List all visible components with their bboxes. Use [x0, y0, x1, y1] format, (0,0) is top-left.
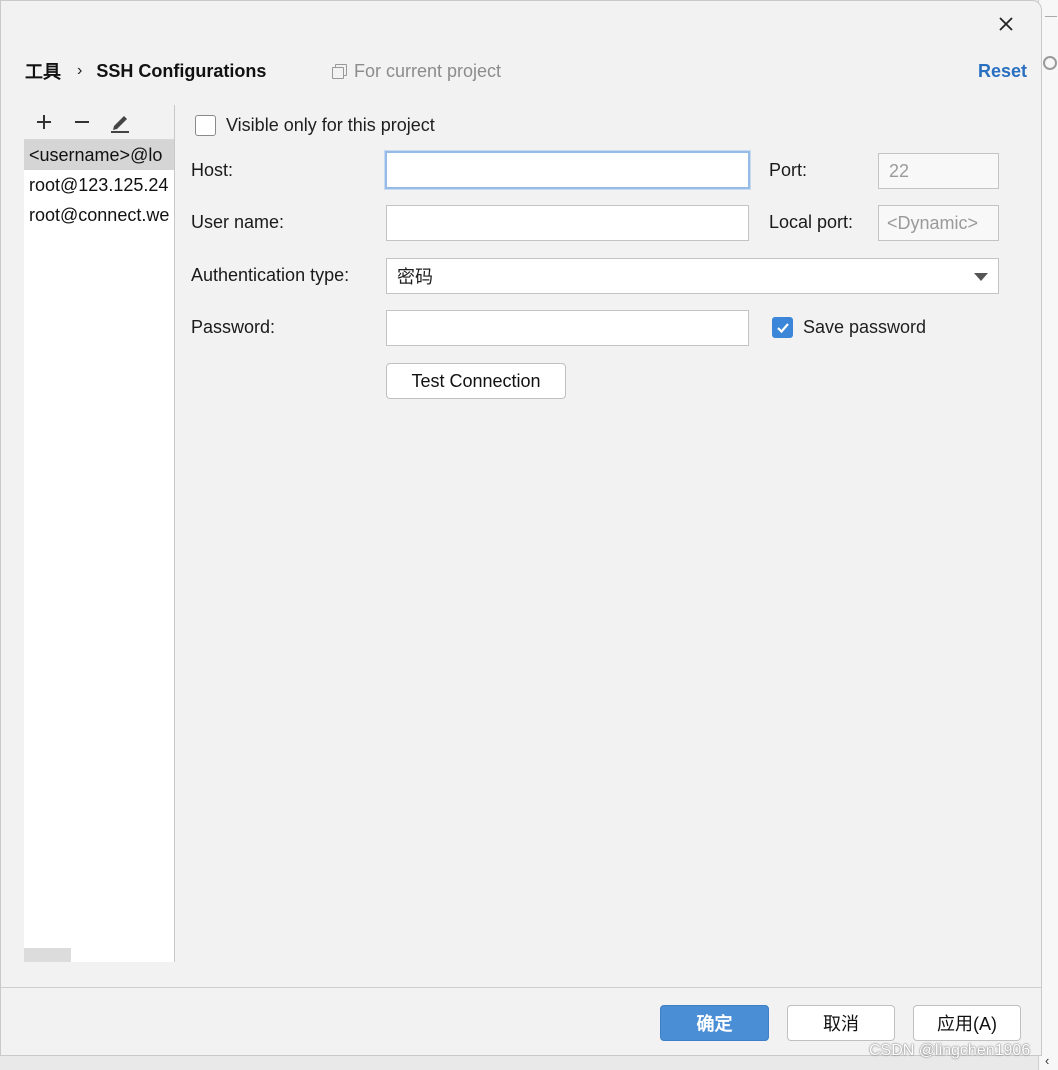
username-label: User name: [191, 212, 285, 232]
add-icon[interactable] [33, 111, 55, 133]
remove-icon[interactable] [71, 111, 93, 133]
auth-type-value: 密码 [397, 267, 433, 287]
save-password-label: Save password [803, 317, 927, 337]
panel-divider[interactable] [174, 105, 175, 962]
checkbox-box[interactable] [195, 115, 216, 136]
page-title: SSH Configurations [96, 60, 267, 81]
footer-divider [1, 987, 1041, 988]
ssh-config-list[interactable]: <username>@lo root@123.125.24 root@conne… [24, 139, 175, 962]
visible-only-checkbox[interactable]: Visible only for this project [195, 115, 435, 136]
ssh-configurations-dialog: 工具 › SSH Configurations For current proj… [0, 0, 1042, 1056]
breadcrumb-separator-icon: › [77, 62, 83, 79]
list-item[interactable]: <username>@lo [24, 140, 175, 170]
auth-type-label: Authentication type: [191, 265, 350, 285]
password-label: Password: [191, 317, 276, 337]
host-label: Host: [191, 160, 234, 180]
port-label: Port: [769, 160, 808, 180]
visible-only-label: Visible only for this project [226, 115, 435, 135]
scope-label: For current project [354, 60, 502, 81]
apply-button[interactable]: 应用(A) [913, 1005, 1021, 1041]
list-toolbar [25, 105, 175, 139]
scope-indicator: For current project [332, 57, 501, 85]
watermark: CSDN @lingchen1906 [869, 1042, 1031, 1059]
copy-icon [332, 64, 347, 79]
background-scroll-left-icon: ‹ [1045, 1053, 1050, 1068]
breadcrumb-root[interactable]: 工具 [25, 58, 61, 84]
ok-button[interactable]: 确定 [660, 1005, 769, 1041]
edit-icon[interactable] [109, 111, 131, 133]
horizontal-scrollbar[interactable] [24, 948, 71, 962]
list-item[interactable]: root@connect.we [24, 200, 175, 230]
username-input[interactable] [386, 205, 749, 241]
local-port-label: Local port: [769, 212, 854, 232]
chevron-down-icon [974, 273, 988, 281]
checkmark-icon[interactable] [772, 317, 793, 338]
reset-link[interactable]: Reset [978, 57, 1027, 85]
port-input[interactable] [878, 153, 999, 189]
test-connection-button[interactable]: Test Connection [386, 363, 566, 399]
close-icon[interactable] [991, 9, 1021, 39]
host-input[interactable] [385, 151, 750, 189]
cancel-button[interactable]: 取消 [787, 1005, 895, 1041]
auth-type-select[interactable]: 密码 [386, 258, 999, 294]
list-item[interactable]: root@123.125.24 [24, 170, 175, 200]
local-port-input[interactable] [878, 205, 999, 241]
password-input[interactable] [386, 310, 749, 346]
breadcrumb: 工具 › SSH Configurations [25, 57, 266, 85]
save-password-checkbox[interactable]: Save password [772, 317, 926, 338]
background-search-icon [1043, 56, 1057, 70]
background-minimize-line [1045, 16, 1057, 17]
